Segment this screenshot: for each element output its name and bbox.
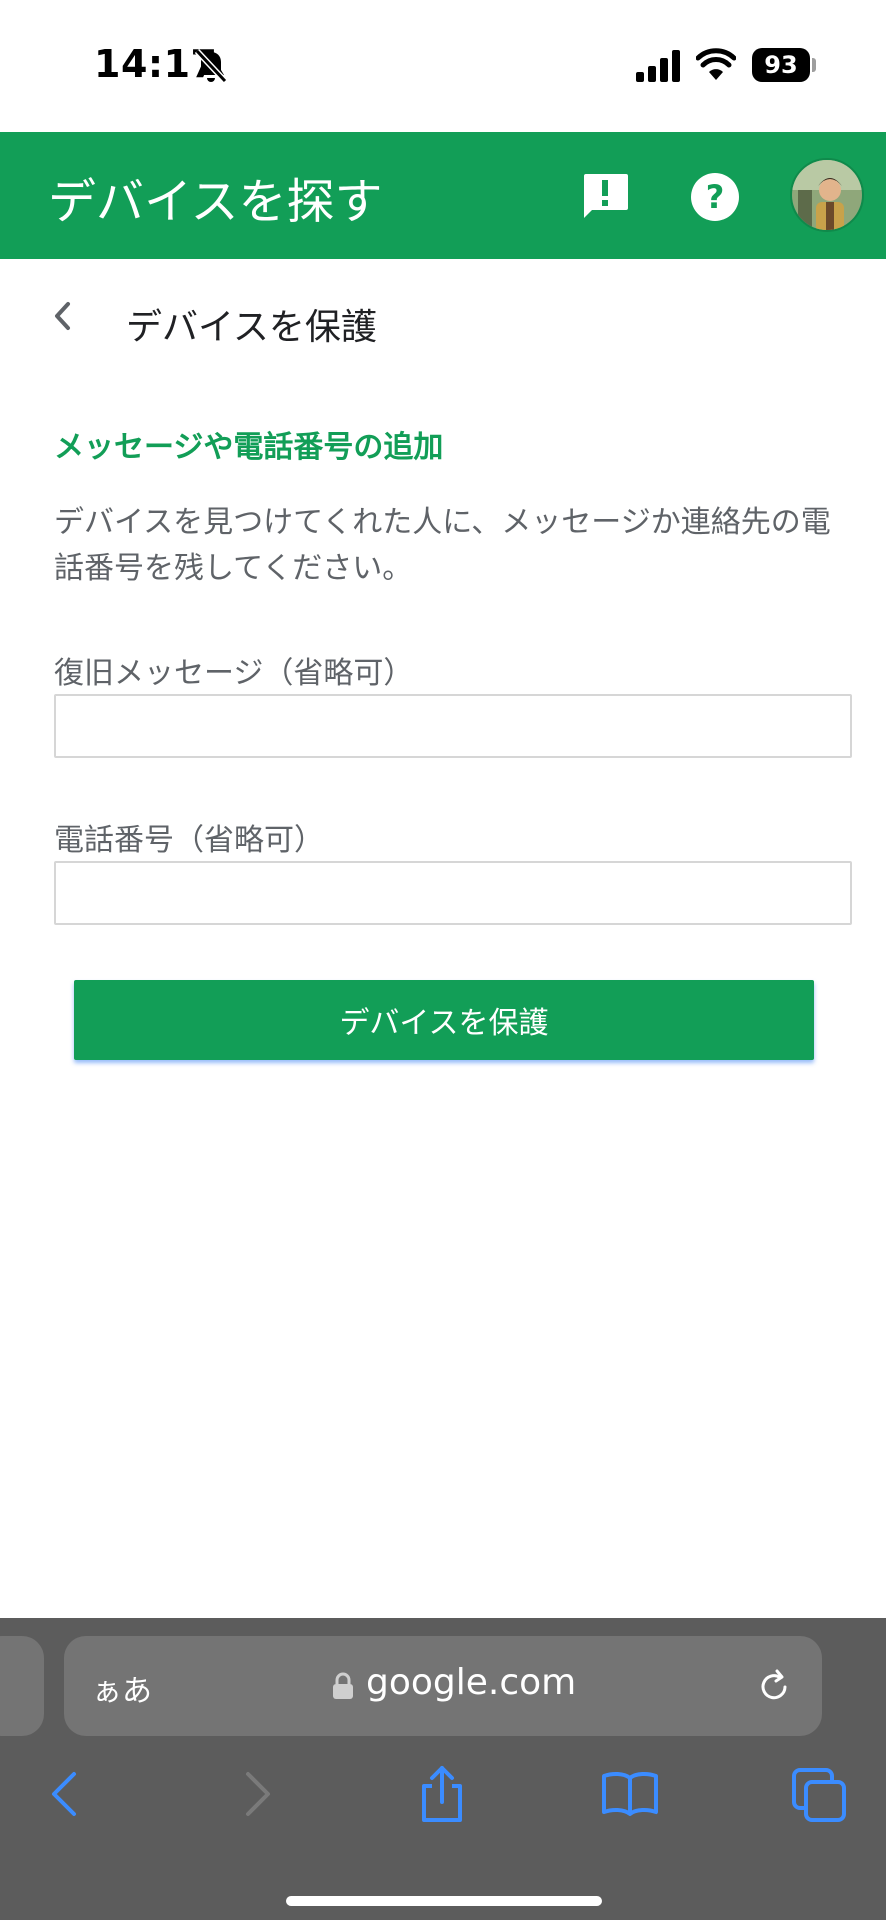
tabs-icon[interactable] xyxy=(790,1764,850,1824)
home-indicator xyxy=(286,1896,602,1906)
avatar-image xyxy=(792,160,862,230)
app-bar: デバイスを探す ? xyxy=(0,132,886,259)
help-icon[interactable]: ? xyxy=(688,170,742,224)
text-size-button[interactable]: ぁあ xyxy=(92,1666,152,1710)
back-chevron-icon[interactable] xyxy=(48,296,82,336)
battery-nub xyxy=(812,58,816,72)
section-heading: メッセージや電話番号の追加 xyxy=(54,430,444,465)
share-icon[interactable] xyxy=(412,1764,472,1824)
svg-text:?: ? xyxy=(706,178,725,216)
phone-number-label: 電話番号（省略可） xyxy=(54,823,324,858)
lock-icon xyxy=(333,1672,353,1699)
status-bar: 14:17 93 xyxy=(0,0,886,132)
back-icon[interactable] xyxy=(36,1764,96,1824)
protect-device-button[interactable]: デバイスを保護 xyxy=(74,980,814,1060)
description-text: デバイスを見つけてくれた人に、メッセージか連絡先の電話番号を残してください。 xyxy=(54,505,831,586)
reload-icon[interactable] xyxy=(754,1666,794,1706)
bookmarks-icon[interactable] xyxy=(600,1764,660,1824)
wifi-icon xyxy=(696,48,736,80)
browser-toolbar: ぁあ google.com xyxy=(0,1618,886,1920)
feedback-icon[interactable] xyxy=(578,170,632,224)
battery-icon: 93 xyxy=(752,48,810,82)
url-text[interactable]: google.com xyxy=(366,1662,576,1703)
page-title: デバイスを保護 xyxy=(126,307,377,348)
phone-number-input[interactable] xyxy=(54,861,852,925)
forward-icon[interactable] xyxy=(226,1764,286,1824)
bell-off-icon xyxy=(194,48,228,84)
signal-icon xyxy=(636,50,680,82)
avatar[interactable] xyxy=(790,158,864,232)
recovery-message-label: 復旧メッセージ（省略可） xyxy=(54,656,414,691)
address-bar[interactable]: ぁあ google.com xyxy=(64,1636,822,1736)
previous-tab-peek[interactable] xyxy=(0,1636,44,1736)
recovery-message-input[interactable] xyxy=(54,694,852,758)
app-title: デバイスを探す xyxy=(48,174,383,230)
